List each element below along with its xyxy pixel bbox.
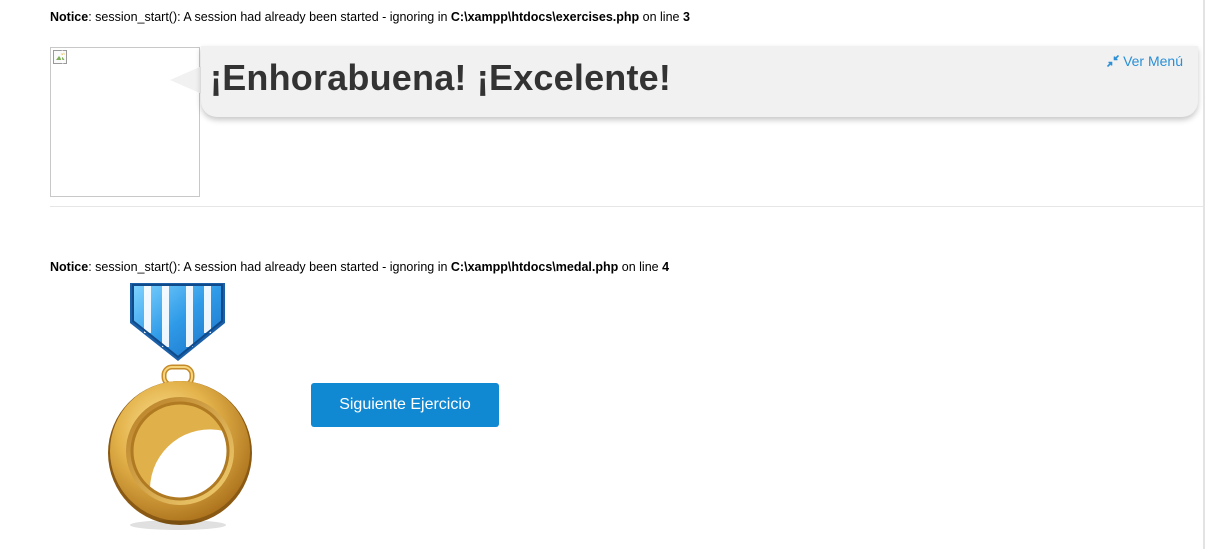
notice-line-number: 3 xyxy=(682,10,690,24)
notice-line-number: 4 xyxy=(662,260,670,274)
page: Notice: session_start(): A session had a… xyxy=(0,0,1211,549)
notice-message: : session_start(): A session had already… xyxy=(88,10,451,24)
notice-on-line: on line xyxy=(618,260,663,274)
ver-menu-label: Ver Menú xyxy=(1123,53,1183,69)
speech-bubble-tail xyxy=(170,66,202,94)
notice-on-line: on line xyxy=(639,10,683,24)
next-exercise-button[interactable]: Siguiente Ejercicio xyxy=(311,383,499,427)
notice-label: Notice xyxy=(50,260,89,274)
notice-path: C:\xampp\htdocs\medal.php xyxy=(450,260,619,274)
medal-icon xyxy=(108,283,252,530)
php-notice: Notice: session_start(): A session had a… xyxy=(50,259,669,275)
notice-label: Notice xyxy=(50,10,89,24)
speech-bubble: ¡Enhorabuena! ¡Excelente! Ver Menú xyxy=(201,46,1198,117)
divider xyxy=(50,206,1203,207)
php-notice: Notice: session_start(): A session had a… xyxy=(50,9,690,25)
notice-path: C:\xampp\htdocs\exercises.php xyxy=(450,10,640,24)
collapse-arrows-icon xyxy=(1107,55,1120,67)
ver-menu-link[interactable]: Ver Menú xyxy=(1107,53,1183,69)
broken-image-icon xyxy=(53,50,67,64)
page-edge-rule xyxy=(1203,0,1205,549)
page-title: ¡Enhorabuena! ¡Excelente! xyxy=(210,57,672,98)
notice-message: : session_start(): A session had already… xyxy=(88,260,451,274)
